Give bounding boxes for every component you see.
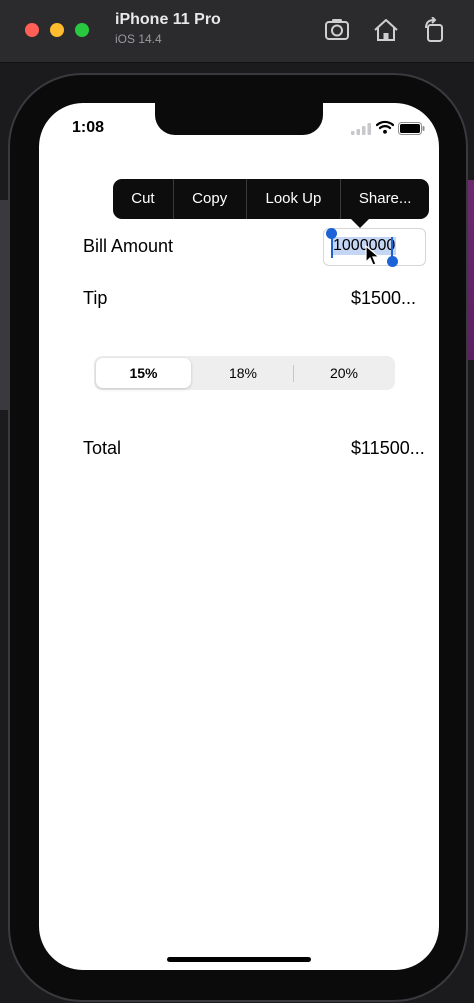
- total-label: Total: [83, 438, 122, 458]
- mouse-pointer-icon: [365, 245, 381, 266]
- edit-menu-arrow: [351, 219, 369, 228]
- segment-divider: [293, 365, 294, 382]
- selection-start-caret: [331, 237, 333, 258]
- total-value: $11500...: [351, 438, 425, 458]
- edit-menu: Cut Copy Look Up Share...: [113, 179, 429, 219]
- tip-option-18[interactable]: 18%: [194, 358, 292, 388]
- battery-icon: [398, 122, 425, 135]
- screenshot-icon[interactable]: [323, 17, 351, 43]
- minimize-window-button[interactable]: [50, 23, 64, 37]
- tip-value: $1500...: [351, 288, 417, 308]
- cellular-signal-icon: [351, 123, 371, 135]
- background-window-edge: [0, 200, 8, 410]
- zoom-window-button[interactable]: [75, 23, 89, 37]
- home-indicator[interactable]: [167, 957, 311, 962]
- close-window-button[interactable]: [25, 23, 39, 37]
- home-icon[interactable]: [372, 17, 400, 43]
- notch: [155, 103, 323, 135]
- edit-menu-cut[interactable]: Cut: [113, 179, 174, 219]
- tip-percentage-control: 15% 18% 20%: [94, 356, 395, 390]
- rotate-icon[interactable]: [420, 17, 448, 43]
- bill-amount-label: Bill Amount: [83, 236, 174, 256]
- window-subtitle: iOS 14.4: [115, 32, 162, 46]
- selection-end-handle[interactable]: [387, 256, 398, 267]
- tip-label: Tip: [83, 288, 108, 308]
- edit-menu-look-up[interactable]: Look Up: [247, 179, 342, 219]
- tip-option-15[interactable]: 15%: [96, 358, 191, 388]
- window-title: iPhone 11 Pro: [115, 11, 221, 28]
- edit-menu-share[interactable]: Share...: [341, 179, 429, 219]
- wifi-icon: [376, 120, 394, 134]
- selection-end-caret: [391, 237, 393, 258]
- tip-option-20[interactable]: 20%: [295, 358, 393, 388]
- simulator-title-bar: iPhone 11 Pro iOS 14.4: [0, 0, 474, 63]
- status-time: 1:08: [72, 119, 105, 136]
- edit-menu-copy[interactable]: Copy: [174, 179, 247, 219]
- selection-start-handle[interactable]: [326, 228, 337, 239]
- device-screen: 1:08 Cut Copy Look Up Share... Bill Amou…: [39, 103, 439, 970]
- background-window-edge: [468, 180, 474, 360]
